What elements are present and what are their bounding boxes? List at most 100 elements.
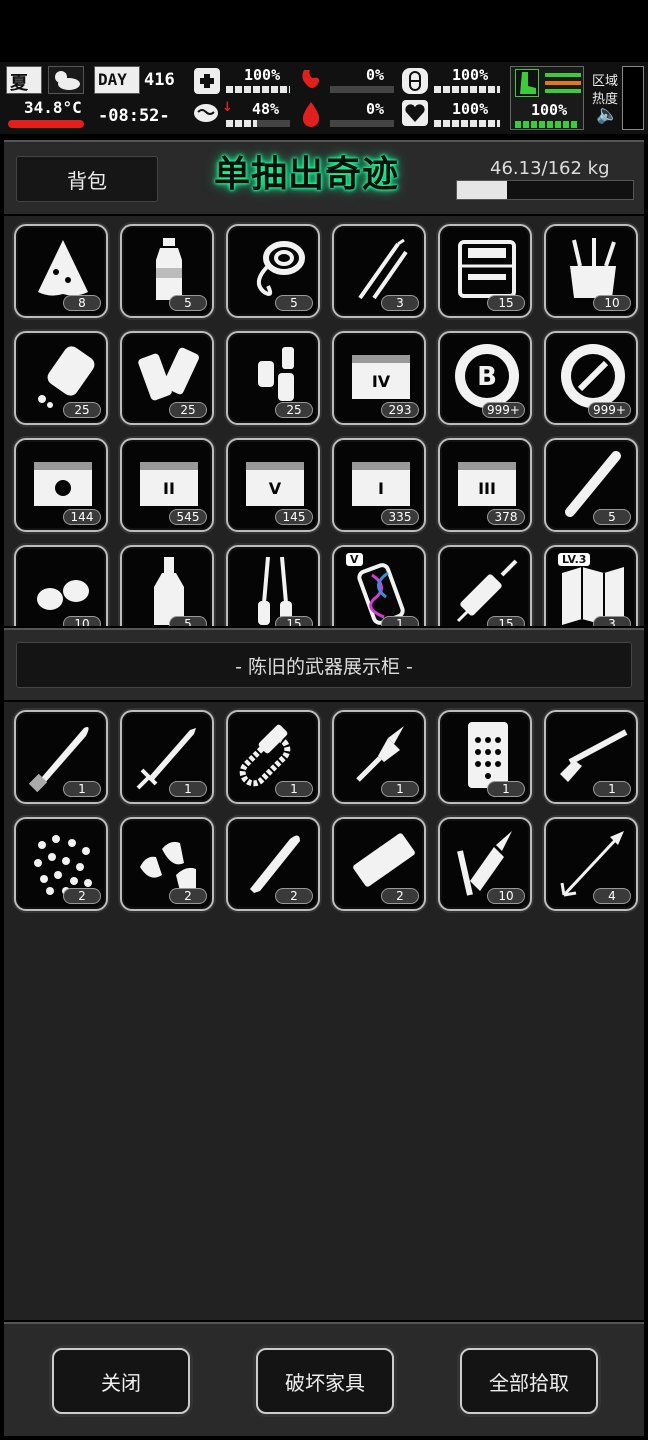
- backpack-item-slot[interactable]: V 145: [226, 438, 320, 532]
- heat-meter: [622, 66, 644, 130]
- thirst-bar: [330, 120, 394, 127]
- item-tag-badge: LV.3: [558, 553, 591, 566]
- backpack-item-slot[interactable]: LV.3 3: [544, 545, 638, 626]
- item-count: 3: [381, 295, 419, 311]
- backpack-tab[interactable]: 背包: [16, 156, 158, 202]
- temperature-readout: 34.8°C: [24, 98, 82, 117]
- region-label: 区域: [592, 74, 619, 89]
- item-count: 1: [275, 781, 313, 797]
- backpack-item-slot[interactable]: 25: [14, 331, 108, 425]
- item-count: 2: [381, 888, 419, 904]
- item-count: 999+: [482, 402, 525, 418]
- brain-icon: [192, 100, 220, 126]
- item-count: 10: [487, 888, 525, 904]
- svg-text:V: V: [269, 479, 282, 498]
- day-label: DAY: [98, 70, 127, 89]
- showcase-item-slot[interactable]: 4: [544, 817, 638, 911]
- promo-banner[interactable]: 单抽出奇迹: [214, 145, 399, 197]
- weight-bar-fill: [457, 181, 508, 199]
- showcase-item-slot[interactable]: 2: [120, 817, 214, 911]
- svg-text:B: B: [477, 362, 497, 392]
- backpack-item-slot[interactable]: 5: [120, 545, 214, 626]
- destroy-furniture-button[interactable]: 破坏家具: [256, 1348, 394, 1414]
- pill-icon: [402, 68, 428, 94]
- item-count: 1: [169, 781, 207, 797]
- showcase-item-slot[interactable]: 1: [332, 710, 426, 804]
- showcase-item-slot[interactable]: 2: [14, 817, 108, 911]
- showcase-item-slot[interactable]: 10: [438, 817, 532, 911]
- season-badge: 夏: [6, 66, 42, 94]
- item-count: 25: [63, 402, 101, 418]
- sanity-value: 48%: [252, 100, 280, 118]
- showcase-item-slot[interactable]: 1: [226, 710, 320, 804]
- item-count: 8: [63, 295, 101, 311]
- item-count: 2: [275, 888, 313, 904]
- backpack-item-slot[interactable]: IV 293: [332, 331, 426, 425]
- showcase-item-slot[interactable]: 2: [226, 817, 320, 911]
- showcase-item-slot[interactable]: 1: [438, 710, 532, 804]
- item-count: 1: [381, 616, 419, 626]
- weight-bar: [456, 180, 634, 200]
- decline-arrow-icon: ↓: [222, 100, 233, 115]
- item-count: 2: [63, 888, 101, 904]
- backpack-item-slot[interactable]: 5: [120, 224, 214, 318]
- backpack-grid[interactable]: 8 5 5 3 15 10 25 25 25 IV 293 B 999+ 999+ 144 II 545 V 145…: [4, 216, 644, 626]
- backpack-item-slot[interactable]: 10: [544, 224, 638, 318]
- item-count: 145: [275, 509, 313, 525]
- item-count: 293: [381, 402, 419, 418]
- speaker-icon[interactable]: 🔈: [596, 104, 618, 125]
- day-number: 416: [144, 70, 175, 90]
- item-count: 2: [169, 888, 207, 904]
- item-count: 1: [487, 781, 525, 797]
- svg-text:IV: IV: [372, 372, 391, 391]
- pickup-all-button[interactable]: 全部拾取: [460, 1348, 598, 1414]
- backpack-item-slot[interactable]: II 545: [120, 438, 214, 532]
- showcase-grid[interactable]: 1 1 1 1 1 1 2 2 2 2 10 4: [4, 702, 644, 1320]
- backpack-item-slot[interactable]: B 999+: [438, 331, 532, 425]
- showcase-item-slot[interactable]: 1: [14, 710, 108, 804]
- stamina-bar: [515, 121, 579, 128]
- backpack-item-slot[interactable]: V1: [332, 545, 426, 626]
- sanity-bar-track: [226, 120, 290, 127]
- close-button[interactable]: 关闭: [52, 1348, 190, 1414]
- stomach-icon: [298, 68, 322, 98]
- item-count: 4: [593, 888, 631, 904]
- item-count: 25: [275, 402, 313, 418]
- item-count: 5: [593, 509, 631, 525]
- backpack-item-slot[interactable]: 25: [226, 331, 320, 425]
- day-badge: DAY: [94, 66, 140, 94]
- backpack-item-slot[interactable]: 3: [332, 224, 426, 318]
- backpack-item-slot[interactable]: 15: [438, 545, 532, 626]
- boot-icon: [515, 69, 539, 97]
- hunger-bar: [330, 86, 394, 93]
- item-count: 335: [381, 509, 419, 525]
- backpack-item-slot[interactable]: 8: [14, 224, 108, 318]
- sanity-bar-fill: [226, 120, 257, 127]
- backpack-header: 背包 单抽出奇迹 46.13/162 kg: [4, 140, 644, 214]
- status-hud: 夏 34.8°C DAY 416 -08:52- 100% 0% 100% ↓ …: [0, 62, 648, 134]
- item-count: 5: [169, 616, 207, 626]
- backpack-item-slot[interactable]: III 378: [438, 438, 532, 532]
- svg-text:III: III: [478, 479, 496, 498]
- backpack-item-slot[interactable]: 5: [226, 224, 320, 318]
- showcase-item-slot[interactable]: 1: [120, 710, 214, 804]
- backpack-item-slot[interactable]: 5: [544, 438, 638, 532]
- mood-bar: [434, 120, 500, 127]
- item-tag-badge: V: [346, 553, 363, 566]
- backpack-item-slot[interactable]: 25: [120, 331, 214, 425]
- item-count: 10: [593, 295, 631, 311]
- svg-text:I: I: [378, 479, 384, 498]
- item-count: 15: [487, 295, 525, 311]
- item-count: 144: [63, 509, 101, 525]
- showcase-item-slot[interactable]: 1: [544, 710, 638, 804]
- backpack-item-slot[interactable]: I 335: [332, 438, 426, 532]
- item-count: 999+: [588, 402, 631, 418]
- item-count: 1: [63, 781, 101, 797]
- backpack-item-slot[interactable]: 15: [226, 545, 320, 626]
- item-count: 10: [63, 616, 101, 626]
- showcase-item-slot[interactable]: 2: [332, 817, 426, 911]
- backpack-item-slot[interactable]: 144: [14, 438, 108, 532]
- backpack-item-slot[interactable]: 999+: [544, 331, 638, 425]
- backpack-item-slot[interactable]: 15: [438, 224, 532, 318]
- backpack-item-slot[interactable]: 10: [14, 545, 108, 626]
